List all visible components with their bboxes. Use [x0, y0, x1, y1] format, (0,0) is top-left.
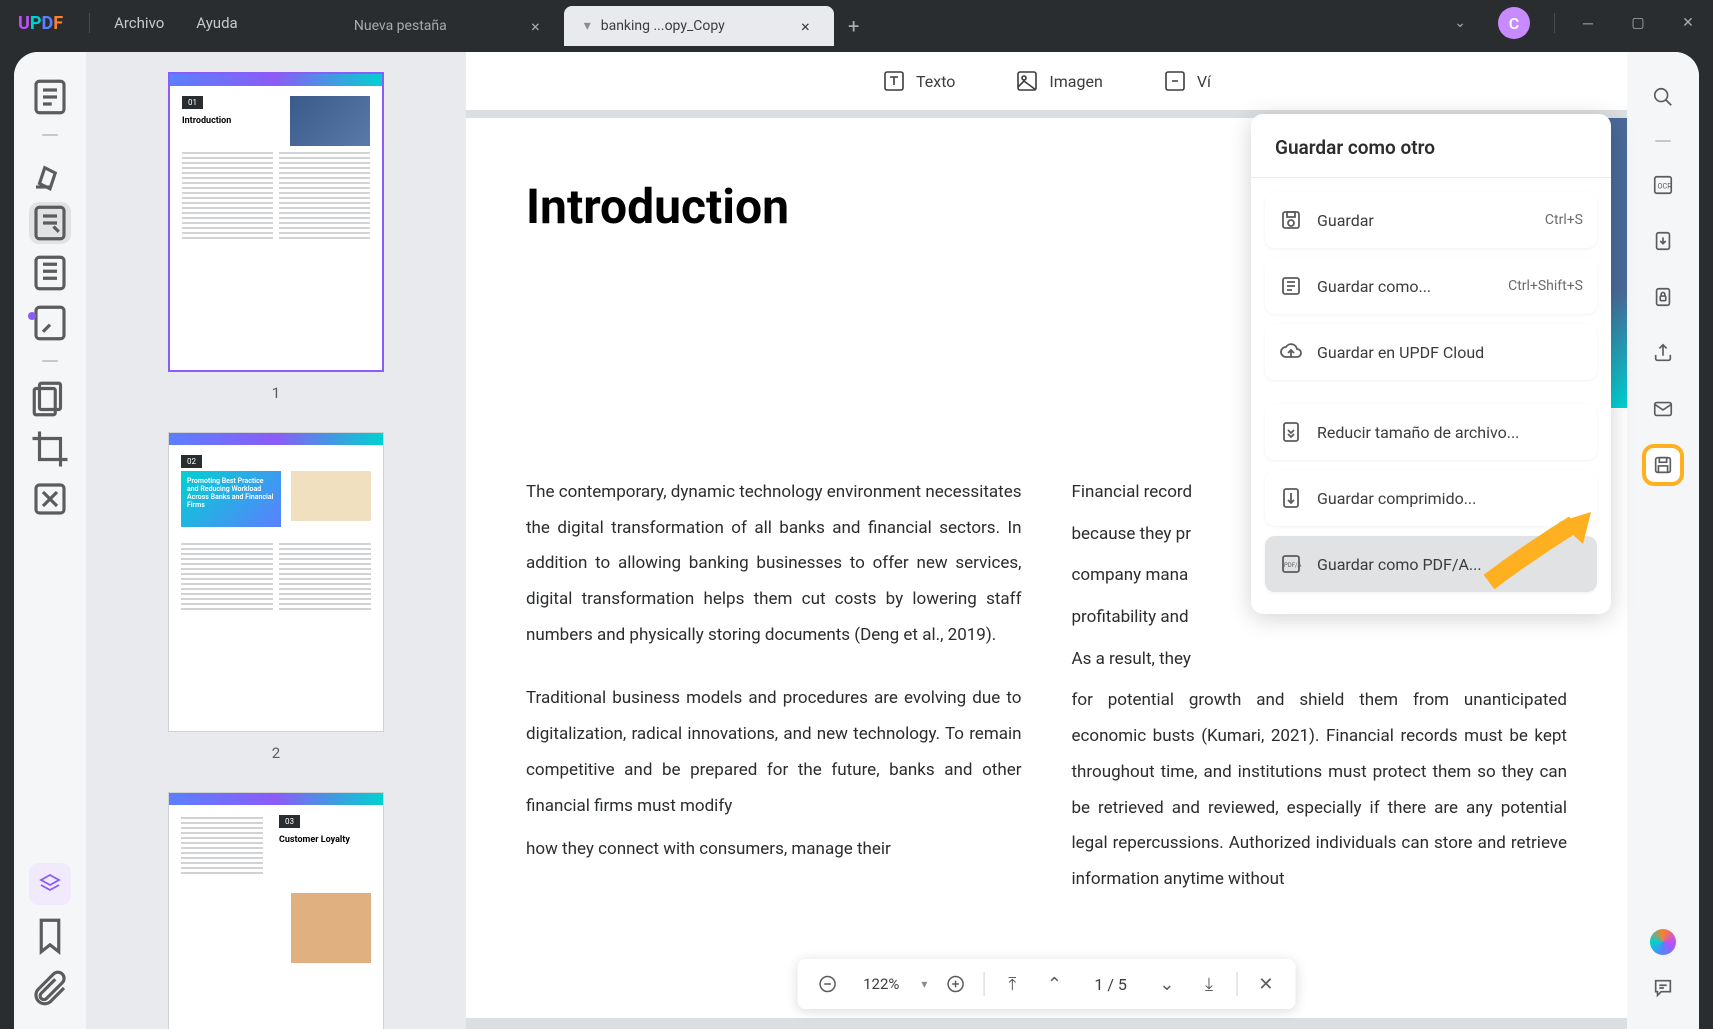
protect-icon[interactable] — [1642, 276, 1684, 318]
email-icon[interactable] — [1642, 388, 1684, 430]
svg-text:OCR: OCR — [1658, 182, 1673, 191]
close-button[interactable]: ✕ — [1663, 0, 1713, 46]
thumbnail-3[interactable]: 03 Customer Loyalty — [136, 792, 416, 1029]
tab-nueva-pestana[interactable]: Nueva pestaña × — [294, 6, 564, 46]
tab-banking-copy[interactable]: ▾ banking ...opy_Copy × — [564, 6, 834, 46]
close-icon[interactable]: × — [527, 17, 544, 36]
right-rail: OCR — [1627, 52, 1699, 1029]
tool-texto[interactable]: Texto — [882, 69, 955, 93]
menu-ayuda[interactable]: Ayuda — [180, 14, 253, 32]
edit-icon[interactable] — [29, 202, 71, 244]
form-icon[interactable] — [29, 302, 71, 344]
last-page-button[interactable]: ⤓ — [1195, 970, 1223, 998]
thumbnail-number: 2 — [136, 744, 416, 762]
redact-icon[interactable] — [29, 478, 71, 520]
menu-archivo[interactable]: Archivo — [98, 14, 180, 32]
comment-icon[interactable] — [1642, 967, 1684, 1009]
close-controls-button[interactable]: ✕ — [1252, 970, 1280, 998]
bookmark-icon[interactable] — [29, 915, 71, 957]
app-logo: UPDF — [0, 13, 81, 34]
layers-icon[interactable] — [29, 863, 71, 905]
next-page-button[interactable]: ⌄ — [1153, 970, 1181, 998]
convert-icon[interactable] — [1642, 220, 1684, 262]
text-column-left: The contemporary, dynamic technology env… — [526, 475, 1022, 926]
tab-label: Nueva pestaña — [354, 18, 447, 34]
menu-item-guardar-como[interactable]: Guardar como... Ctrl+Shift+S — [1265, 258, 1597, 314]
crop-icon[interactable] — [29, 428, 71, 470]
page-indicator[interactable]: 1 / 5 — [1082, 975, 1139, 994]
zoom-out-button[interactable] — [813, 970, 841, 998]
attachment-icon[interactable] — [29, 967, 71, 1009]
maximize-button[interactable]: ▢ — [1613, 0, 1663, 46]
menu-title: Guardar como otro — [1251, 114, 1611, 177]
tool-vinculo[interactable]: Ví — [1163, 69, 1211, 93]
menu-item-reducir[interactable]: Reducir tamaño de archivo... — [1265, 404, 1597, 460]
separator — [1655, 140, 1671, 142]
page-controls: 122% ▾ ⤒ ⌃ 1 / 5 ⌄ ⤓ ✕ — [797, 959, 1296, 1009]
thumbnail-number: 1 — [136, 384, 416, 402]
separator — [42, 360, 58, 362]
minimize-button[interactable]: ─ — [1563, 0, 1613, 46]
menu-item-pdfa[interactable]: PDF/A Guardar como PDF/A... — [1265, 536, 1597, 592]
ocr-icon[interactable]: OCR — [1642, 164, 1684, 206]
reader-icon[interactable] — [29, 76, 71, 118]
separator — [42, 134, 58, 136]
save-as-other-icon[interactable] — [1642, 444, 1684, 486]
divider — [89, 13, 90, 33]
zoom-level[interactable]: 122% — [855, 975, 907, 993]
ai-icon[interactable] — [1650, 929, 1676, 955]
left-rail — [14, 52, 86, 1029]
svg-text:PDF/A: PDF/A — [1284, 562, 1302, 569]
tab-label: banking ...opy_Copy — [601, 18, 725, 34]
thumbnail-1[interactable]: 01 Introduction 1 — [136, 72, 416, 402]
menu-item-comprimido[interactable]: Guardar comprimido... — [1265, 470, 1597, 526]
thumbnail-panel[interactable]: 01 Introduction 1 02 Promoting Best Prac… — [86, 52, 466, 1029]
zoom-in-button[interactable] — [941, 970, 969, 998]
divider — [1554, 13, 1555, 33]
chevron-down-icon[interactable]: ⌄ — [1438, 15, 1482, 31]
organize-icon[interactable] — [29, 378, 71, 420]
highlight-icon[interactable] — [29, 152, 71, 194]
share-icon[interactable] — [1642, 332, 1684, 374]
first-page-button[interactable]: ⤒ — [998, 970, 1026, 998]
pages-icon[interactable] — [29, 252, 71, 294]
tool-imagen[interactable]: Imagen — [1015, 69, 1102, 93]
active-indicator — [28, 312, 36, 320]
thumbnail-2[interactable]: 02 Promoting Best Practice and Reducing … — [136, 432, 416, 762]
search-icon[interactable] — [1642, 76, 1684, 118]
add-tab-button[interactable]: + — [834, 6, 874, 46]
save-as-other-menu: Guardar como otro Guardar Ctrl+S Guardar… — [1251, 114, 1611, 614]
menu-item-guardar[interactable]: Guardar Ctrl+S — [1265, 192, 1597, 248]
chevron-down-icon[interactable]: ▾ — [921, 977, 927, 991]
menu-item-guardar-cloud[interactable]: Guardar en UPDF Cloud — [1265, 324, 1597, 380]
edit-toolbar: Texto Imagen Ví — [466, 52, 1627, 110]
prev-page-button[interactable]: ⌃ — [1040, 970, 1068, 998]
chevron-down-icon[interactable]: ▾ — [584, 18, 591, 34]
user-avatar[interactable]: C — [1498, 7, 1530, 39]
close-icon[interactable]: × — [797, 17, 814, 36]
